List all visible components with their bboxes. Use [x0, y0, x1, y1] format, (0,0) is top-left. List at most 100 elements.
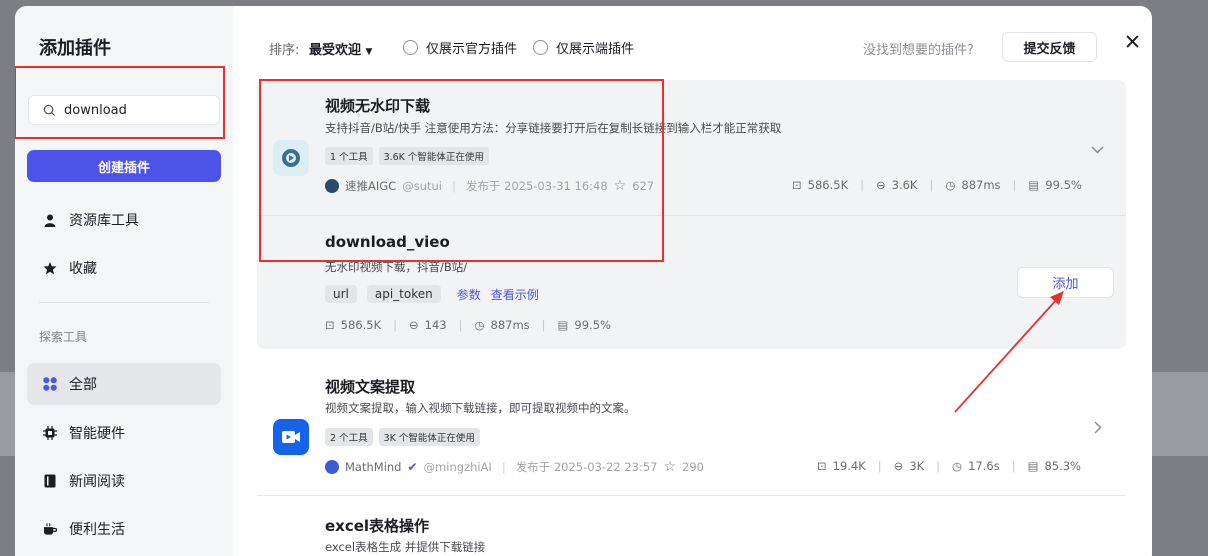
plugin-list-area: 排序: 最受欢迎 ▼ 仅展示官方插件 仅展示端插件 没找到想要的插件? 提交反馈…	[233, 6, 1152, 556]
star-outline-icon: ☆	[613, 178, 627, 194]
search-icon	[43, 104, 56, 116]
sidebar-item-favorites[interactable]: 收藏	[27, 247, 221, 289]
calls-icon: ⊡	[792, 178, 802, 192]
success-icon: ▤	[557, 318, 569, 332]
bot-usage-tag: 3.6K 个智能体正在使用	[378, 147, 489, 165]
plugin-card-excel[interactable]: excel表格操作 excel表格生成 并提供下载链接	[257, 501, 1126, 556]
sidebar-item-label: 便利生活	[69, 522, 125, 538]
tool-count-tag: 1 个工具	[325, 147, 373, 165]
meta-separator: |	[501, 460, 506, 474]
stats-separator: |	[541, 318, 546, 332]
view-example-link[interactable]: 查看示例	[491, 286, 539, 303]
clock-icon: ◷	[952, 459, 963, 473]
sidebar-item-convenient-life[interactable]: 便利生活	[27, 508, 221, 550]
author-handle: @sutui	[402, 179, 442, 193]
not-found-text: 没找到想要的插件?	[863, 43, 974, 58]
tool-name: download_vieo	[325, 233, 450, 251]
plugin-name: 视频文案提取	[325, 378, 416, 396]
plugin-card-video-text-extract[interactable]: 视频文案提取 视频文案提取，输入视频下载链接，即可提取视频中的文案。 2 个工具…	[257, 361, 1126, 491]
bot-icon: ⊖	[875, 178, 886, 192]
sidebar: 添加插件 创建插件 资源库工具 收藏 探索工具 全部 智能硬件 新闻阅读	[15, 6, 233, 556]
favorite-count: 627	[632, 179, 655, 193]
radio-circle[interactable]	[533, 40, 548, 55]
stats-separator: |	[936, 459, 941, 473]
calls-count: 586.5K	[340, 318, 382, 332]
clock-icon: ◷	[945, 178, 956, 192]
stats-separator: |	[1012, 178, 1017, 192]
sidebar-item-label: 新闻阅读	[69, 474, 125, 490]
sidebar-item-label: 智能硬件	[69, 426, 125, 442]
latency: 17.6s	[968, 459, 1000, 473]
person-icon	[43, 213, 57, 227]
plugin-tags: 1 个工具 3.6K 个智能体正在使用	[325, 147, 489, 165]
plugin-description: excel表格生成 并提供下载链接	[325, 540, 486, 554]
sidebar-item-label: 资源库工具	[69, 213, 139, 229]
close-icon[interactable]	[1121, 30, 1143, 52]
book-icon	[43, 474, 57, 488]
param-tag: api_token	[366, 285, 441, 303]
sidebar-item-smart-hardware[interactable]: 智能硬件	[27, 412, 221, 454]
sort-value: 最受欢迎	[309, 43, 362, 58]
plugin-tags: 2 个工具 3K 个智能体正在使用	[325, 428, 480, 446]
video-play-plugin-icon	[273, 419, 309, 455]
calls-icon: ⊡	[325, 318, 335, 332]
params-link[interactable]: 参数	[457, 286, 481, 303]
dialog-title: 添加插件	[39, 38, 111, 59]
tool-stats: ⊡ 586.5K | ⊖ 143 | ◷ 887ms | ▤ 99.5%	[325, 318, 611, 332]
search-input[interactable]	[64, 102, 204, 118]
plugin-meta: 速推AIGC @sutui | 发布于 2025-03-31 16:48 ☆ 6…	[325, 178, 654, 194]
publish-date: 发布于 2025-03-31 16:48	[465, 179, 608, 193]
tool-count-tag: 2 个工具	[325, 428, 373, 446]
sidebar-item-news-reading[interactable]: 新闻阅读	[27, 460, 221, 502]
plugin-name: 视频无水印下载	[325, 97, 431, 115]
feedback-button[interactable]: 提交反馈	[1002, 32, 1097, 62]
author-name: MathMind	[345, 460, 402, 474]
sidebar-divider	[39, 302, 209, 303]
bot-count: 3.6K	[891, 178, 918, 192]
stats-separator: |	[458, 318, 463, 332]
plugin-card-video-download[interactable]: 视频无水印下载 支持抖音/B站/快手 注意使用方法：分享链接要打开后在复制长链接…	[257, 80, 1126, 349]
sidebar-item-label: 收藏	[69, 261, 97, 277]
radio-circle[interactable]	[403, 40, 418, 55]
explore-section-label: 探索工具	[39, 330, 88, 344]
sort-dropdown[interactable]: 最受欢迎 ▼	[309, 39, 372, 58]
author-name: 速推AIGC	[345, 179, 397, 193]
star-outline-icon: ☆	[663, 459, 677, 475]
publish-date: 发布于 2025-03-22 23:57	[515, 460, 658, 474]
plugin-description: 支持抖音/B站/快手 注意使用方法：分享链接要打开后在复制长链接到输入栏才能正常…	[325, 121, 782, 135]
author-handle: @mingzhiAI	[423, 460, 492, 474]
stats-separator: |	[860, 178, 864, 192]
filter-bar: 排序: 最受欢迎 ▼ 仅展示官方插件 仅展示端插件 没找到想要的插件? 提交反馈	[233, 6, 1152, 76]
search-box[interactable]	[28, 95, 220, 125]
plugin-meta: MathMind ✔ @mingzhiAI | 发布于 2025-03-22 2…	[325, 459, 704, 475]
client-only-radio[interactable]: 仅展示端插件	[533, 38, 634, 57]
avatar	[325, 179, 339, 193]
chevron-down-icon[interactable]	[1091, 142, 1104, 158]
row-divider	[257, 495, 1126, 496]
success-rate: 99.5%	[1045, 178, 1082, 192]
tool-params: url api_token 参数 查看示例	[325, 285, 539, 303]
chevron-right-icon[interactable]	[1094, 421, 1102, 438]
bot-count: 143	[424, 318, 447, 332]
radio-label: 仅展示官方插件	[426, 42, 518, 57]
tool-divider	[257, 215, 1126, 216]
tool-description: 无水印视频下载，抖音/B站/	[325, 260, 468, 274]
success-rate: 99.5%	[574, 318, 611, 332]
plugin-description: 视频文案提取，输入视频下载链接，即可提取视频中的文案。	[325, 401, 636, 415]
sidebar-item-library-tools[interactable]: 资源库工具	[27, 199, 221, 241]
success-icon: ▤	[1028, 178, 1040, 192]
create-plugin-button[interactable]: 创建插件	[27, 150, 221, 182]
add-tool-button[interactable]: 添加	[1017, 267, 1114, 298]
sidebar-item-all[interactable]: 全部	[27, 363, 221, 405]
calls-icon: ⊡	[817, 459, 827, 473]
official-only-radio[interactable]: 仅展示官方插件	[403, 38, 517, 57]
favorite-count: 290	[682, 460, 704, 474]
plugin-stats: ⊡ 586.5K | ⊖ 3.6K | ◷ 887ms | ▤ 99.5%	[792, 178, 1082, 192]
clock-icon: ◷	[474, 318, 485, 332]
bot-icon: ⊖	[408, 318, 419, 332]
video-camera-plugin-icon	[273, 140, 309, 176]
plugin-stats: ⊡ 19.4K | ⊖ 3K | ◷ 17.6s | ▤ 85.3%	[817, 459, 1081, 473]
success-rate: 85.3%	[1044, 459, 1081, 473]
stats-separator: |	[1011, 459, 1016, 473]
bot-count: 3K	[909, 459, 925, 473]
